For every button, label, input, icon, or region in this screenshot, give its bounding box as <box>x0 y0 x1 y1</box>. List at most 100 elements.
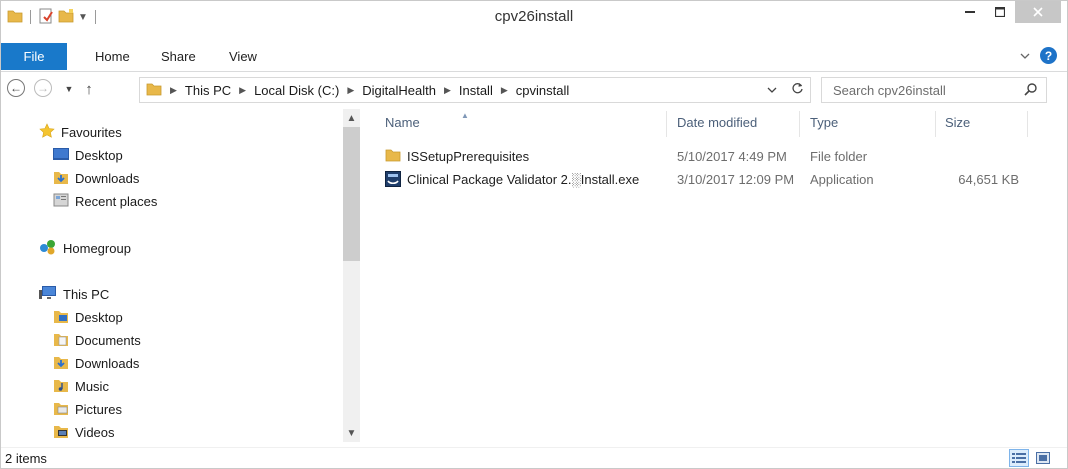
nav-fav-recent-places-label: Recent places <box>75 193 158 209</box>
ribbon-right-controls: ? <box>1020 47 1057 64</box>
nav-pc-desktop[interactable]: Desktop <box>53 307 123 327</box>
nav-fav-downloads-label: Downloads <box>75 170 140 186</box>
back-button[interactable]: ← <box>7 79 25 97</box>
tab-view[interactable]: View <box>229 46 257 68</box>
homegroup-icon <box>39 239 57 258</box>
nav-this-pc[interactable]: This PC <box>39 284 109 304</box>
nav-pc-videos[interactable]: Videos <box>53 422 115 442</box>
nav-pc-documents-label: Documents <box>75 332 141 348</box>
navigation-pane: Favourites Desktop Downloads Recent plac… <box>1 109 361 442</box>
file-type: File folder <box>810 149 868 164</box>
column-header-name[interactable]: Name <box>385 115 420 137</box>
caption-buttons <box>955 1 1061 23</box>
nav-fav-recent-places[interactable]: Recent places <box>53 191 157 211</box>
desktop-icon <box>53 147 69 163</box>
folder-icon <box>146 82 162 99</box>
breadcrumb-digitalhealth[interactable]: DigitalHealth <box>362 83 436 98</box>
file-type: Application <box>810 172 874 187</box>
file-name: Clinical Package Validator 2.░Install.ex… <box>407 172 640 187</box>
column-divider[interactable] <box>666 111 667 137</box>
nav-pc-music-label: Music <box>75 378 109 394</box>
desktop-folder-icon <box>53 308 69 327</box>
nav-homegroup[interactable]: Homegroup <box>39 238 131 258</box>
column-header-type[interactable]: Type <box>810 115 838 137</box>
recent-locations-icon[interactable]: ▼ <box>59 79 79 99</box>
music-folder-icon <box>53 377 69 396</box>
column-header-date[interactable]: Date modified <box>677 115 757 137</box>
tab-share[interactable]: Share <box>161 46 196 68</box>
computer-icon <box>39 285 57 304</box>
breadcrumb-local-disk[interactable]: Local Disk (C:) <box>254 83 339 98</box>
nav-pc-videos-label: Videos <box>75 424 115 440</box>
maximize-button[interactable] <box>985 1 1015 23</box>
downloads-folder-icon <box>53 354 69 373</box>
status-bar: 2 items <box>1 447 1067 469</box>
sort-ascending-icon: ▲ <box>461 111 469 120</box>
nav-fav-desktop-label: Desktop <box>75 147 123 163</box>
search-icon[interactable] <box>1024 82 1038 99</box>
tab-home[interactable]: Home <box>95 46 130 68</box>
address-dropdown-icon[interactable] <box>767 82 777 98</box>
chevron-right-icon[interactable]: ▶ <box>239 85 246 96</box>
search-box[interactable]: Search cpv26install <box>821 77 1047 103</box>
navigation-row: ← → ▼ ↑ ▶ This PC ▶ Local Disk (C:) ▶ Di… <box>1 77 1067 103</box>
file-size: 64,651 KB <box>958 172 1019 187</box>
videos-folder-icon <box>53 423 69 442</box>
address-controls <box>767 82 804 98</box>
file-name: ISSetupPrerequisites <box>407 149 530 164</box>
column-divider[interactable] <box>799 111 800 137</box>
nav-pc-pictures-label: Pictures <box>75 401 122 417</box>
large-icons-view-icon[interactable] <box>1033 449 1053 467</box>
nav-favourites[interactable]: Favourites <box>39 122 122 142</box>
nav-fav-desktop[interactable]: Desktop <box>53 145 123 165</box>
breadcrumb-install[interactable]: Install <box>459 83 493 98</box>
file-date: 3/10/2017 12:09 PM <box>677 172 795 187</box>
recent-places-icon <box>53 192 69 211</box>
forward-button[interactable]: → <box>34 79 52 97</box>
nav-pc-music[interactable]: Music <box>53 376 109 396</box>
minimize-button[interactable] <box>955 1 985 23</box>
documents-folder-icon <box>53 331 69 350</box>
view-switcher <box>1009 449 1053 467</box>
close-button[interactable] <box>1015 1 1061 23</box>
chevron-right-icon[interactable]: ▶ <box>501 85 508 96</box>
ribbon-tabs: File Home Share View ? <box>1 40 1067 72</box>
tab-file[interactable]: File <box>1 43 67 70</box>
details-view-icon[interactable] <box>1009 449 1029 467</box>
chevron-right-icon[interactable]: ▶ <box>347 85 354 96</box>
nav-pc-pictures[interactable]: Pictures <box>53 399 122 419</box>
help-icon[interactable]: ? <box>1040 47 1057 64</box>
column-divider[interactable] <box>935 111 936 137</box>
nav-fav-downloads[interactable]: Downloads <box>53 168 139 188</box>
breadcrumb-this-pc[interactable]: This PC <box>185 83 231 98</box>
scroll-up-icon[interactable]: ▲ <box>343 110 360 127</box>
chevron-right-icon[interactable]: ▶ <box>170 85 177 96</box>
file-row[interactable]: Clinical Package Validator 2.░Install.ex… <box>381 169 1041 191</box>
explorer-window: ▼ cpv26install File Home Share View ? ← … <box>0 0 1068 469</box>
item-count: 2 items <box>5 451 47 466</box>
nav-pc-documents[interactable]: Documents <box>53 330 141 350</box>
nav-scrollbar-thumb[interactable] <box>343 127 360 261</box>
nav-pc-downloads-label: Downloads <box>75 355 140 371</box>
nav-homegroup-label: Homegroup <box>63 240 131 256</box>
expand-ribbon-icon[interactable] <box>1020 48 1030 63</box>
nav-favourites-label: Favourites <box>61 124 122 140</box>
title-bar: ▼ cpv26install <box>1 1 1067 31</box>
column-header-size[interactable]: Size <box>945 115 970 137</box>
column-divider[interactable] <box>1027 111 1028 137</box>
file-date: 5/10/2017 4:49 PM <box>677 149 787 164</box>
up-button[interactable]: ↑ <box>79 79 99 99</box>
refresh-icon[interactable] <box>791 82 804 98</box>
folder-icon <box>385 148 401 165</box>
downloads-folder-icon <box>53 169 69 188</box>
pictures-folder-icon <box>53 400 69 419</box>
file-row[interactable]: ISSetupPrerequisites 5/10/2017 4:49 PM F… <box>381 146 1041 168</box>
search-placeholder: Search cpv26install <box>833 83 946 98</box>
breadcrumb-cpvinstall[interactable]: cpvinstall <box>516 83 569 98</box>
chevron-right-icon[interactable]: ▶ <box>444 85 451 96</box>
address-bar[interactable]: ▶ This PC ▶ Local Disk (C:) ▶ DigitalHea… <box>139 77 811 103</box>
nav-pc-desktop-label: Desktop <box>75 309 123 325</box>
window-title: cpv26install <box>494 8 574 25</box>
scroll-down-icon[interactable]: ▼ <box>343 425 360 442</box>
nav-pc-downloads[interactable]: Downloads <box>53 353 139 373</box>
